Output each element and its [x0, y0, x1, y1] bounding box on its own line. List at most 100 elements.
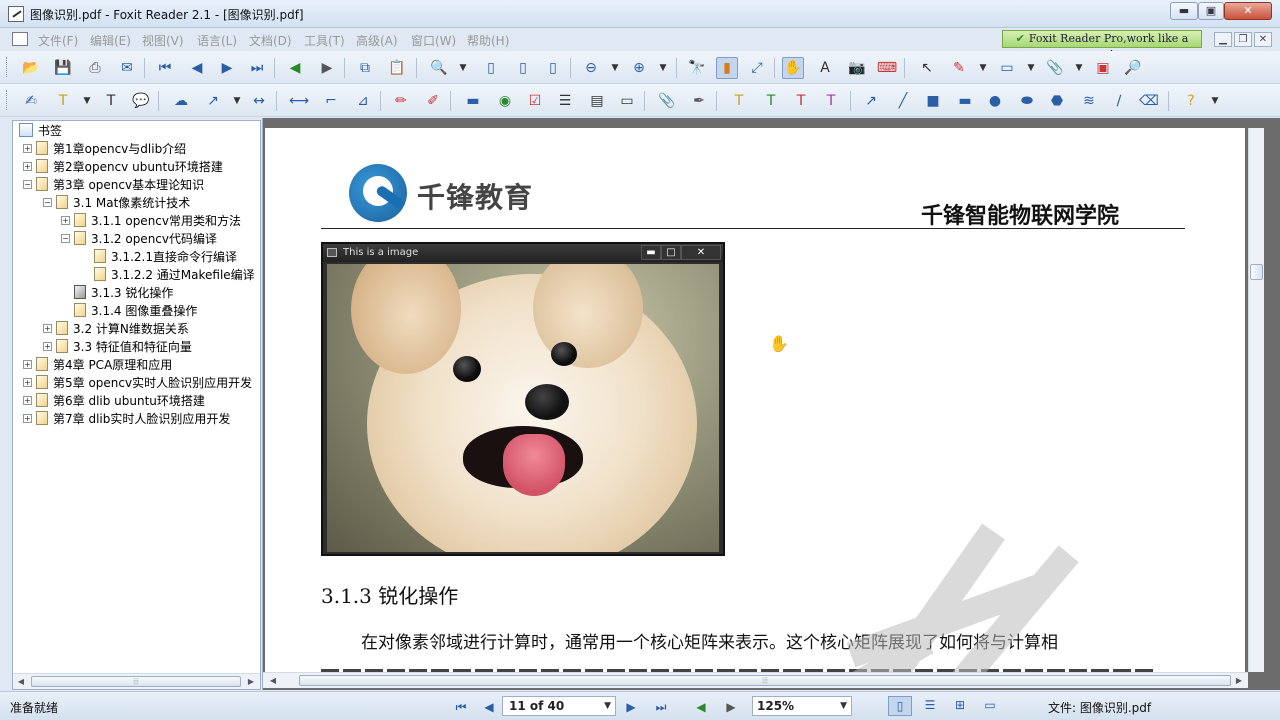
forward-icon[interactable]: ▶ — [316, 57, 338, 79]
bookmark-hscrollbar[interactable]: ◀ ⦙⦙⦙ ▶ — [13, 673, 260, 689]
strikeout-text-icon[interactable]: T — [790, 90, 812, 112]
bookmark-item[interactable]: +3.3 特征值和特征向量 — [43, 337, 192, 355]
expand-icon[interactable]: + — [43, 323, 52, 333]
bookmark-root[interactable]: 书签 — [19, 121, 62, 139]
arrow-tool-icon[interactable]: ↗ — [202, 90, 224, 112]
continuous-page-icon[interactable]: ▯ — [512, 57, 534, 79]
bookmark-item[interactable]: + 第6章 dlib ubuntu环境搭建 — [23, 391, 205, 409]
hscroll-thumb[interactable]: ⦙⦙⦙ — [299, 675, 1231, 686]
zoom-in-icon[interactable]: 🔍 — [428, 57, 450, 79]
help-icon[interactable]: ? — [1180, 90, 1202, 112]
measure-icon[interactable]: ↔ — [248, 90, 270, 112]
pencil-icon[interactable]: ✏ — [390, 90, 412, 112]
collapse-icon[interactable]: − — [61, 233, 70, 243]
toolbar-grip[interactable] — [6, 57, 9, 77]
bookmark-item[interactable]: 3.1.2.1直接命令行编译 — [81, 247, 237, 265]
promo-banner[interactable]: Foxit Reader Pro,work like a pro! — [1002, 30, 1202, 61]
first-page-icon[interactable]: ⏮ — [452, 698, 470, 716]
typewriter-icon[interactable]: ⌨ — [876, 57, 898, 79]
chevron-down-icon[interactable]: ▼ — [1020, 57, 1042, 79]
callout-icon[interactable]: ☁ — [170, 90, 192, 112]
rect-shape-icon[interactable]: ▬ — [954, 90, 976, 112]
menu-edit[interactable]: 编辑(E) — [90, 32, 131, 49]
note-icon[interactable]: ✍ — [20, 90, 42, 112]
chevron-down-icon[interactable]: ▼ — [604, 57, 626, 79]
bookmark-item[interactable]: 3.1.4 图像重叠操作 — [61, 301, 197, 319]
doc-restore-button[interactable]: ❐ — [1234, 32, 1252, 47]
annotate-icon[interactable]: ✎ — [948, 57, 970, 79]
chevron-down-icon[interactable]: ▼ — [1068, 57, 1090, 79]
bookmark-item[interactable]: − 3.1 Mat像素统计技术 — [43, 193, 190, 211]
snapshot-icon[interactable]: 📷 — [846, 57, 868, 79]
single-page-view-icon[interactable]: ▯ — [888, 696, 912, 716]
squiggly-text-icon[interactable]: T — [820, 90, 842, 112]
bookmark-item[interactable]: 3.1.2.2 通过Makefile编译 — [81, 265, 255, 283]
chevron-down-icon[interactable]: ▼ — [604, 697, 611, 715]
bookmark-item[interactable]: − 第3章 opencv基本理论知识 — [23, 175, 204, 193]
eraser-icon[interactable]: ✐ — [422, 90, 444, 112]
expand-icon[interactable]: + — [61, 215, 70, 225]
pdf-page[interactable]: 千锋教育 千锋智能物联网学院 This is a image ▬ □ ✕ 3.1… — [265, 128, 1245, 673]
fit-window-icon[interactable]: ⤢ — [746, 57, 768, 79]
next-page-icon[interactable]: ▶ — [216, 57, 238, 79]
bookmark-item[interactable]: + 第2章opencv ubuntu环境搭建 — [23, 157, 223, 175]
paste-icon[interactable]: 📋 — [386, 57, 408, 79]
chevron-down-icon[interactable]: ▼ — [452, 57, 474, 79]
forward-icon[interactable]: ▶ — [722, 698, 740, 716]
expand-icon[interactable]: + — [23, 161, 32, 171]
attachment-icon[interactable]: 📎 — [656, 90, 678, 112]
scroll-thumb[interactable]: ⦙⦙⦙ — [31, 676, 241, 687]
select-tool-icon[interactable]: ↖ — [916, 57, 938, 79]
scroll-right-icon[interactable]: ▶ — [245, 676, 257, 688]
hand-tool-icon[interactable]: ✋ — [782, 57, 804, 79]
page-number-field[interactable]: 11 of 40 ▼ — [502, 696, 616, 716]
bookmark-item[interactable]: − 3.1.2 opencv代码编译 — [61, 229, 217, 247]
zoom-out-icon[interactable]: ⊖ — [580, 57, 602, 79]
bookmark-item[interactable]: + 第5章 opencv实时人脸识别应用开发 — [23, 373, 252, 391]
collapse-icon[interactable]: − — [23, 179, 32, 189]
find-icon[interactable]: 🔭 — [686, 57, 708, 79]
back-icon[interactable]: ◀ — [692, 698, 710, 716]
chevron-down-icon[interactable]: ▼ — [972, 57, 994, 79]
facing-page-icon[interactable]: ▯ — [542, 57, 564, 79]
textfield-icon[interactable]: ▬ — [462, 90, 484, 112]
maximize-button[interactable]: ▣ — [1198, 2, 1224, 20]
area-icon[interactable]: ⊿ — [352, 90, 374, 112]
cloud-icon[interactable]: ≋ — [1078, 90, 1100, 112]
expand-icon[interactable]: + — [23, 413, 32, 423]
zoom-plus-icon[interactable]: ⊕ — [628, 57, 650, 79]
sound-icon[interactable]: ✒ — [688, 90, 710, 112]
scroll-left-icon[interactable]: ◀ — [267, 675, 279, 687]
pen-icon[interactable]: ∕ — [1108, 90, 1130, 112]
menu-file[interactable]: 文件(F) — [38, 32, 78, 49]
collapse-icon[interactable]: − — [43, 197, 52, 207]
continuous-view-icon[interactable]: ☰ — [918, 696, 942, 716]
first-page-icon[interactable]: ⏮ — [154, 57, 176, 79]
bookmark-item[interactable]: + 第1章opencv与dlib介绍 — [23, 139, 186, 157]
expand-icon[interactable]: + — [23, 359, 32, 369]
menu-help[interactable]: 帮助(H) — [467, 32, 509, 49]
vscroll-thumb[interactable] — [1250, 264, 1263, 280]
facing-view-icon[interactable]: ⊞ — [948, 696, 972, 716]
image-icon[interactable]: ▣ — [1092, 57, 1114, 79]
app-icon[interactable] — [8, 6, 24, 22]
radio-icon[interactable]: ◉ — [494, 90, 516, 112]
rectangle-icon[interactable]: ▭ — [996, 57, 1018, 79]
oval-icon[interactable]: ⬬ — [1016, 90, 1038, 112]
copy-icon[interactable]: ⧉ — [354, 57, 376, 79]
doc-minimize-button[interactable]: ▁ — [1214, 32, 1232, 47]
chevron-down-icon[interactable]: ▼ — [226, 90, 248, 112]
combobox-icon[interactable]: ▤ — [586, 90, 608, 112]
menu-document[interactable]: 文档(D) — [249, 32, 292, 49]
expand-icon[interactable]: + — [23, 377, 32, 387]
chevron-down-icon[interactable]: ▼ — [1204, 90, 1226, 112]
document-vscrollbar[interactable] — [1248, 128, 1264, 672]
text-tool-icon[interactable]: T — [100, 90, 122, 112]
button-field-icon[interactable]: ▭ — [616, 90, 638, 112]
last-page-icon[interactable]: ⏭ — [652, 698, 670, 716]
doc-close-button[interactable]: ✕ — [1254, 32, 1272, 47]
print-icon[interactable]: ⎙ — [84, 57, 106, 79]
bookmark-item[interactable]: + 第4章 PCA原理和应用 — [23, 355, 172, 373]
checkbox-icon[interactable]: ☑ — [524, 90, 546, 112]
back-icon[interactable]: ◀ — [284, 57, 306, 79]
